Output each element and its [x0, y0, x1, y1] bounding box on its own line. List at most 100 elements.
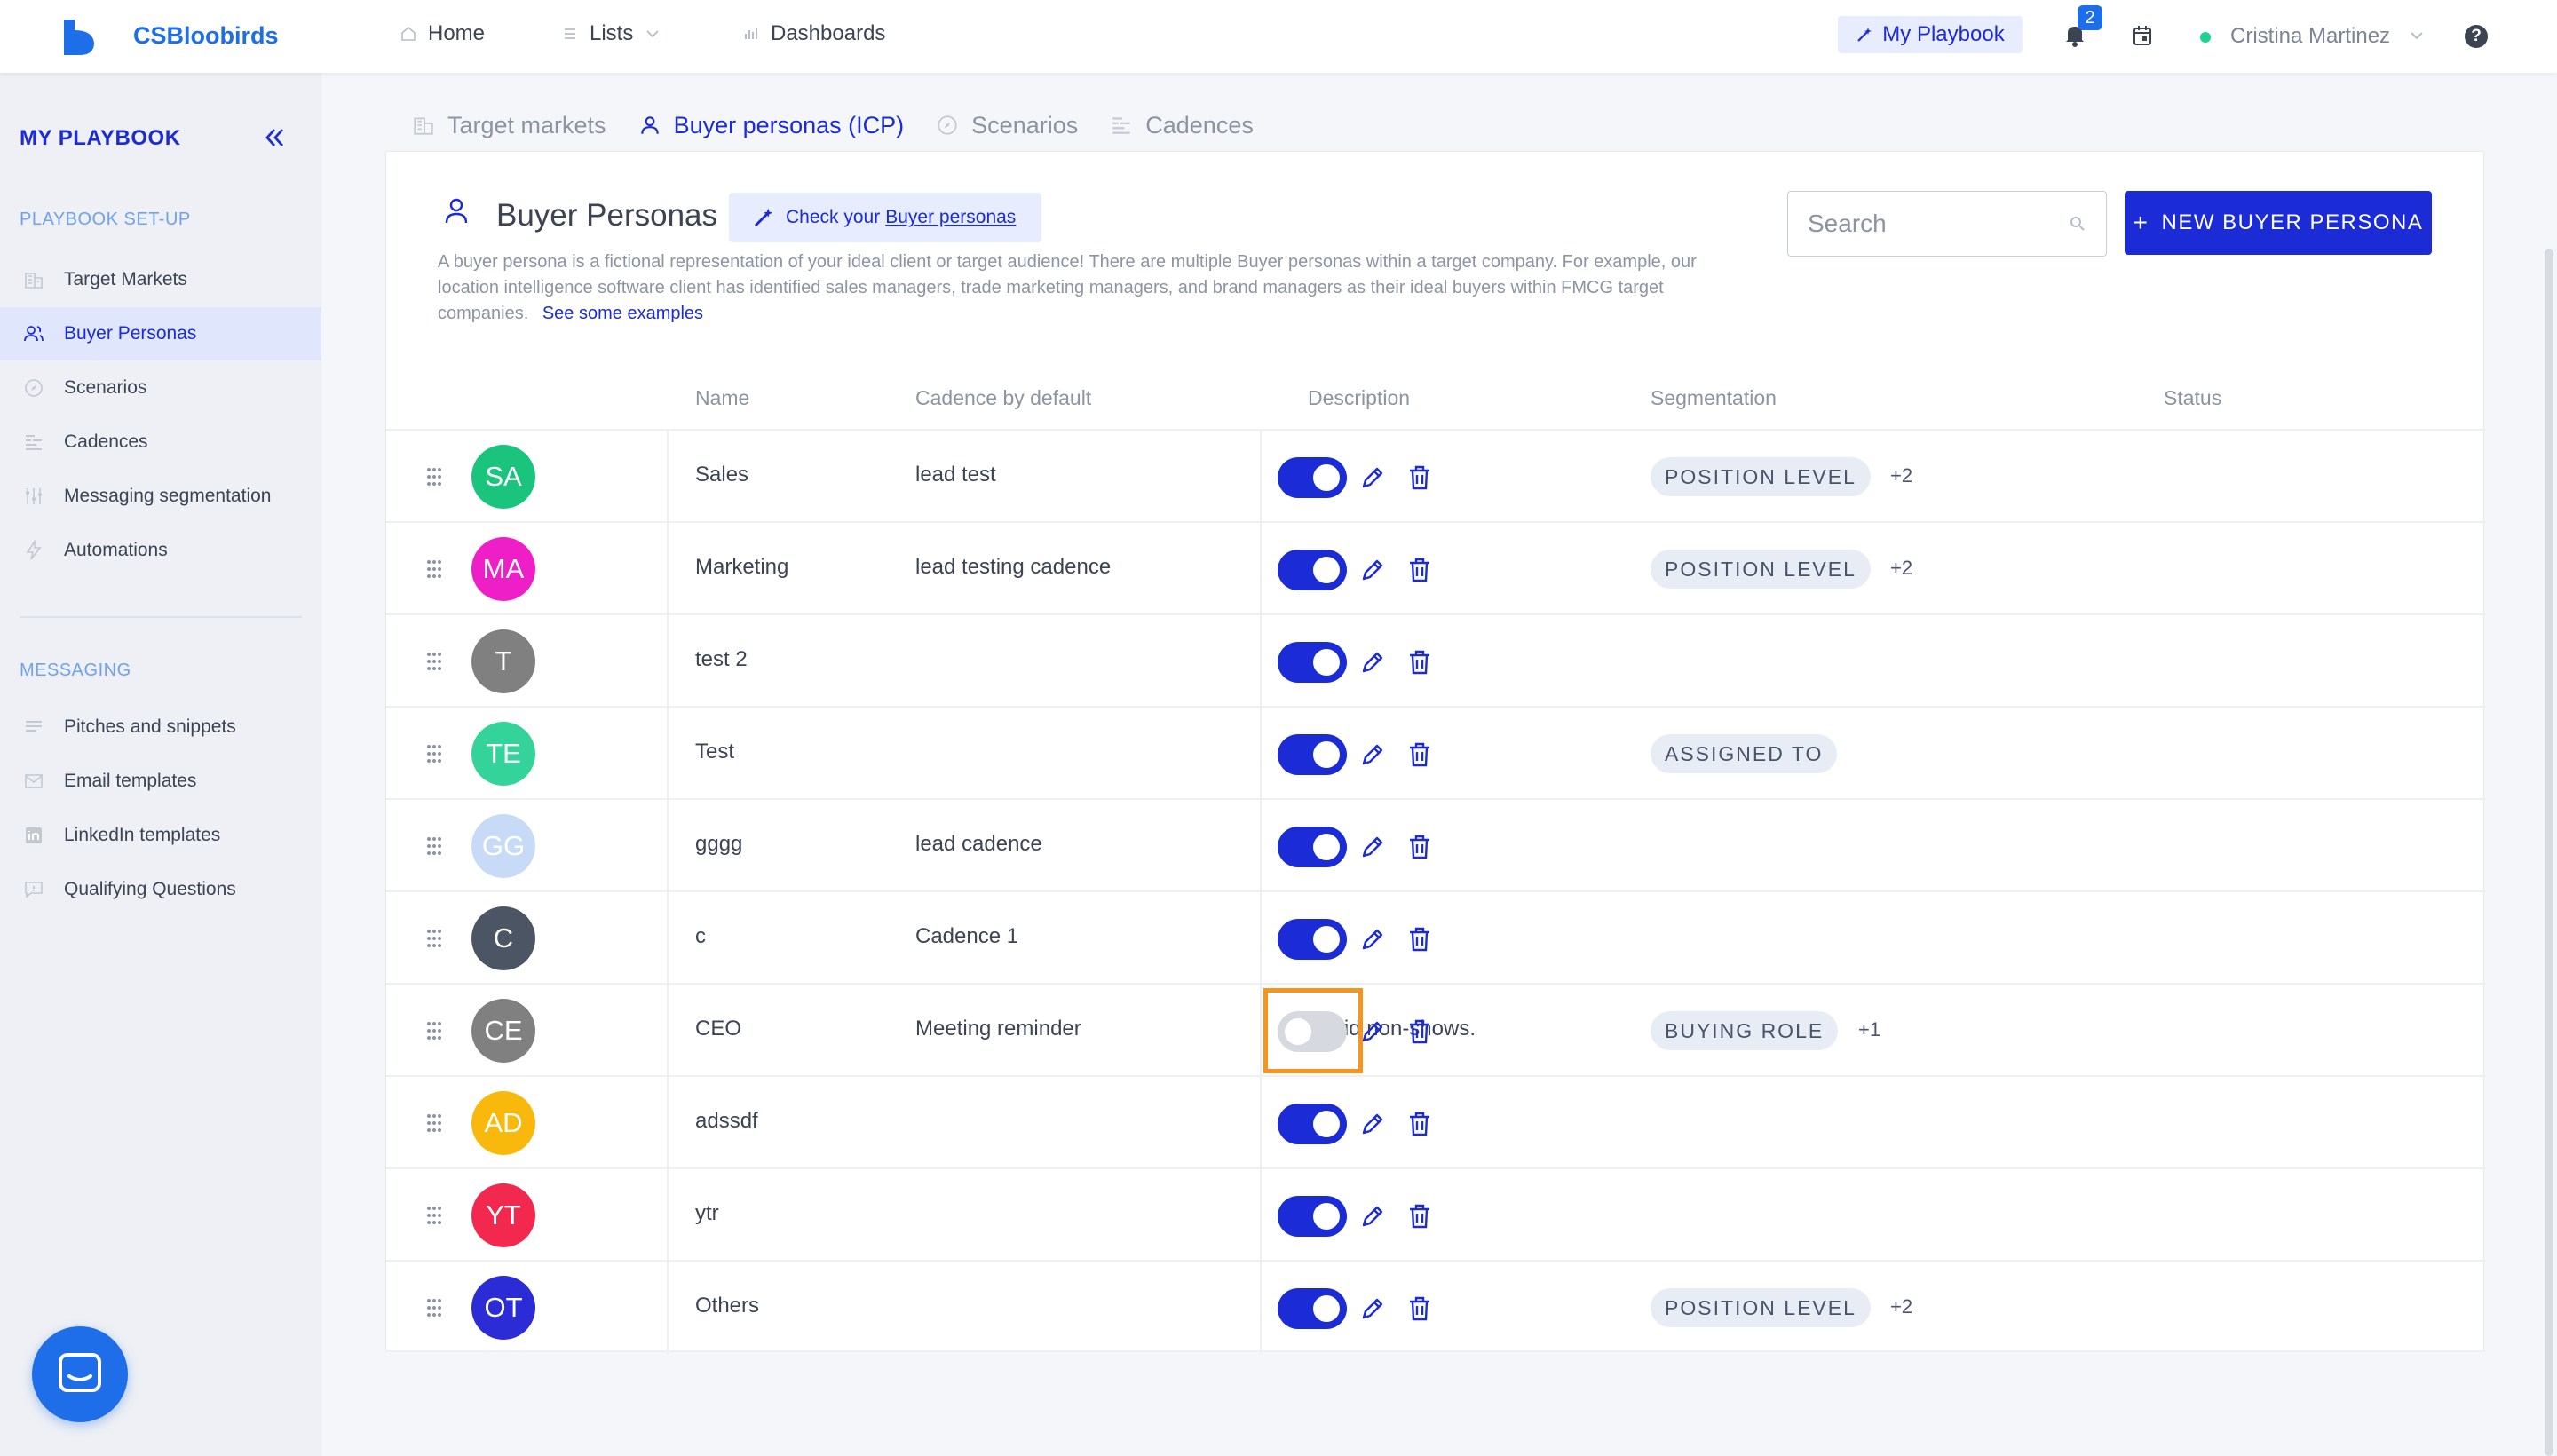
drag-handle-icon[interactable] [424, 835, 445, 857]
sidebar-item-label: Qualifying Questions [64, 879, 236, 899]
table-row[interactable]: TE Test ASSIGNED TO [386, 706, 2485, 800]
sidebar-item-cadences[interactable]: Cadences [0, 415, 321, 469]
pencil-icon[interactable] [1359, 557, 1386, 583]
trash-icon[interactable] [1407, 649, 1432, 676]
column-divider [1260, 615, 1262, 708]
table-row[interactable]: OT Others POSITION LEVEL +2 [386, 1260, 2485, 1354]
pencil-icon[interactable] [1359, 1111, 1386, 1137]
status-toggle[interactable] [1278, 457, 1347, 498]
trash-icon[interactable] [1407, 926, 1432, 953]
see-examples-link[interactable]: See some examples [542, 304, 703, 323]
sidebar-item-email-templates[interactable]: Email templates [0, 755, 321, 808]
trash-icon[interactable] [1407, 557, 1432, 583]
sidebar-item-qualifying-questions[interactable]: Qualifying Questions [0, 863, 321, 916]
trash-icon[interactable] [1407, 834, 1432, 860]
persona-name: CEO [695, 1017, 742, 1041]
sidebar-item-messaging-segmentation[interactable]: Messaging segmentation [0, 470, 321, 523]
status-toggle[interactable] [1278, 827, 1347, 867]
sidebar-item-pitches-and-snippets[interactable]: Pitches and snippets [0, 700, 321, 754]
pencil-icon[interactable] [1359, 649, 1386, 676]
drag-handle-icon[interactable] [424, 651, 445, 672]
segmentation-more-count[interactable]: +2 [1890, 1295, 1912, 1318]
nav-dashboards[interactable]: Dashboards [742, 21, 885, 46]
page-scrollbar[interactable] [2545, 249, 2553, 1456]
check-button-link[interactable]: Buyer personas [885, 207, 1016, 228]
trash-icon[interactable] [1407, 1295, 1432, 1322]
trash-icon[interactable] [1407, 1111, 1432, 1137]
sidebar-item-label: Cadences [64, 431, 148, 452]
help-icon[interactable]: ? [2465, 25, 2488, 48]
table-row[interactable]: MA Marketing lead testing cadence POSITION … [386, 521, 2485, 615]
segmentation-more-count[interactable]: +1 [1858, 1018, 1880, 1041]
table-row[interactable]: Cc Cadence 1 [386, 890, 2485, 985]
status-toggle[interactable] [1278, 642, 1347, 683]
pencil-icon[interactable] [1359, 926, 1386, 953]
default-cadence: Cadence 1 [915, 924, 1019, 948]
table-row[interactable]: AD adssdf [386, 1075, 2485, 1169]
brand-name: CSBloobirds [133, 22, 279, 49]
my-playbook-button[interactable]: My Playbook [1838, 16, 2023, 53]
status-toggle[interactable] [1278, 1011, 1347, 1052]
sidebar-title: MY PLAYBOOK [20, 126, 181, 150]
search-input[interactable]: Search [1787, 191, 2107, 257]
pencil-icon[interactable] [1359, 741, 1386, 768]
table-row[interactable]: Ttest 2 [386, 613, 2485, 708]
sidebar-item-scenarios[interactable]: Scenarios [0, 361, 321, 415]
tab-cadences[interactable]: Cadences [1094, 98, 1270, 153]
segmentation-more-count[interactable]: +2 [1890, 557, 1912, 580]
tab-target-markets[interactable]: Target markets [396, 98, 622, 153]
check-buyer-personas-button[interactable]: Check your Buyer personas [729, 193, 1041, 242]
status-toggle[interactable] [1278, 1196, 1347, 1237]
status-toggle[interactable] [1278, 550, 1347, 590]
pencil-icon[interactable] [1359, 464, 1386, 491]
status-toggle[interactable] [1278, 919, 1347, 960]
table-row[interactable]: YT ytr [386, 1167, 2485, 1262]
trash-icon[interactable] [1407, 1203, 1432, 1230]
tab-buyer-personas[interactable]: Buyer personas (ICP) [621, 98, 921, 156]
sidebar-item-linkedin-templates[interactable]: LinkedIn templates [0, 809, 321, 862]
new-buyer-persona-button[interactable]: + NEW BUYER PERSONA [2125, 191, 2432, 255]
status-toggle[interactable] [1278, 1288, 1347, 1329]
tab-scenarios[interactable]: Scenarios [920, 98, 1094, 153]
nav-lists-label: Lists [590, 21, 634, 45]
double-chevron-left-icon[interactable] [261, 124, 288, 151]
sidebar-item-buyer-personas[interactable]: Buyer Personas [0, 307, 321, 360]
drag-handle-icon[interactable] [424, 1297, 445, 1318]
default-cadence: Meeting reminder [915, 1017, 1081, 1041]
list-icon [565, 28, 575, 39]
status-toggle[interactable] [1278, 1104, 1347, 1144]
sidebar-item-target-markets[interactable]: Target Markets [0, 253, 321, 306]
status-toggle[interactable] [1278, 734, 1347, 775]
pencil-icon[interactable] [1359, 834, 1386, 860]
drag-handle-icon[interactable] [424, 928, 445, 949]
calendar-icon[interactable] [2133, 25, 2152, 46]
drag-handle-icon[interactable] [424, 1020, 445, 1041]
drag-handle-icon[interactable] [424, 743, 445, 764]
bloobirds-logo-icon[interactable] [62, 18, 98, 57]
nav-lists[interactable]: Lists [561, 21, 661, 46]
pencil-icon[interactable] [1359, 1203, 1386, 1230]
sidebar-item-label: Email templates [64, 771, 197, 791]
trash-icon[interactable] [1407, 741, 1432, 768]
segmentation-more-count[interactable]: +2 [1890, 464, 1912, 487]
notification-count-badge: 2 [2078, 5, 2102, 30]
table-row[interactable]: CE CEO Meeting reminder Avoid non-shows. BUY… [386, 983, 2485, 1077]
drag-handle-icon[interactable] [424, 1112, 445, 1134]
person-icon [640, 116, 659, 134]
user-name[interactable]: Cristina Martinez [2230, 24, 2390, 49]
segmentation-tag: POSITION LEVEL [1651, 1288, 1871, 1327]
trash-icon[interactable] [1407, 464, 1432, 491]
sidebar-item-automations[interactable]: Automations [0, 524, 321, 577]
trash-icon[interactable] [1407, 1018, 1432, 1045]
table-row[interactable]: GG gggg lead cadence [386, 798, 2485, 892]
pencil-icon[interactable] [1359, 1295, 1386, 1322]
drag-handle-icon[interactable] [424, 558, 445, 580]
drag-handle-icon[interactable] [424, 1205, 445, 1226]
table-row[interactable]: SA Sales lead test POSITION LEVEL +2 [386, 429, 2485, 523]
chat-support-button[interactable] [32, 1326, 128, 1422]
chevron-down-icon[interactable] [2410, 30, 2424, 41]
column-header-name: Name [695, 386, 750, 409]
drag-handle-icon[interactable] [424, 466, 445, 487]
nav-home[interactable]: Home [400, 21, 485, 46]
pencil-icon[interactable] [1359, 1018, 1386, 1045]
